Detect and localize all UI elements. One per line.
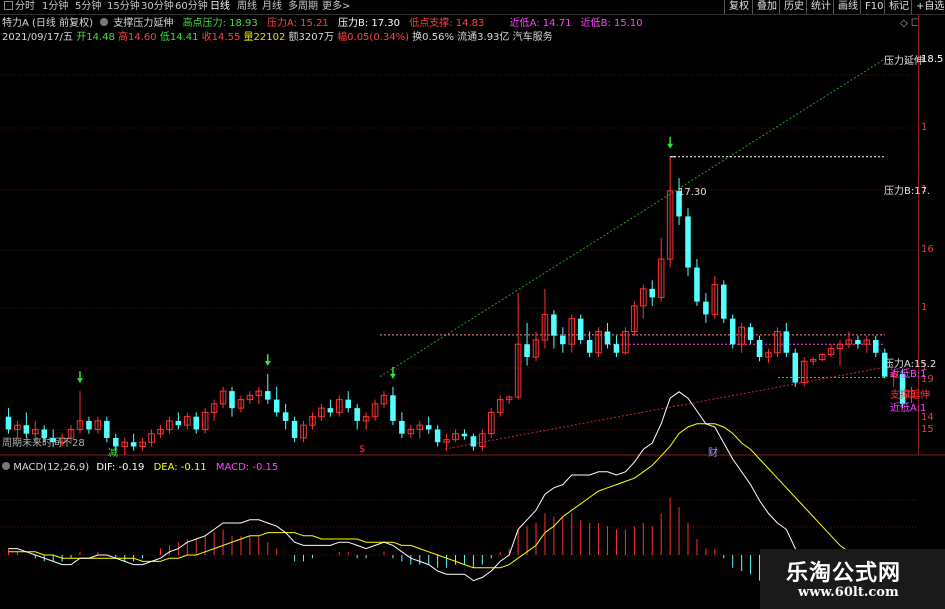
candle-body xyxy=(291,420,298,438)
support-pressure-lines xyxy=(379,58,886,450)
candle-body xyxy=(229,391,235,409)
candle-body xyxy=(685,216,691,268)
near-low-a-label: 近低A:1 xyxy=(890,403,927,414)
candle-body xyxy=(792,352,799,383)
macd-macd: MACD: -0.15 xyxy=(215,462,279,473)
candle-body xyxy=(470,436,477,447)
candle-body xyxy=(729,318,736,345)
signal-arrow-head xyxy=(667,143,674,149)
y-tick-label: 16 xyxy=(921,244,934,255)
event-marker-2[interactable]: $ xyxy=(359,444,365,455)
candle-body xyxy=(86,420,92,430)
support-extension-line xyxy=(444,366,886,450)
candle-body xyxy=(703,301,709,315)
candle-body xyxy=(577,318,584,340)
candle-body xyxy=(524,344,530,358)
candle-body xyxy=(855,339,861,345)
candle-body xyxy=(130,442,137,447)
macd-settings-icon[interactable] xyxy=(2,462,10,470)
candle-body xyxy=(282,412,289,421)
candle-body xyxy=(354,408,360,421)
y-tick-label: 15 xyxy=(921,424,934,435)
grid-lines xyxy=(0,74,945,556)
candle-body xyxy=(399,420,405,434)
bottom-left-label: 周期未来时间不28 xyxy=(2,438,85,449)
candle-body xyxy=(604,331,611,345)
peak-value-label: 17.30 xyxy=(678,187,707,198)
event-marker-3[interactable]: 财 xyxy=(708,444,718,459)
candle-body xyxy=(694,267,700,302)
candle-body xyxy=(193,416,200,430)
candle-body xyxy=(720,284,727,319)
candle-body xyxy=(175,420,182,426)
pressure-ext-label: 压力延伸 xyxy=(884,56,924,67)
chart-annotations xyxy=(77,136,677,384)
candle-body xyxy=(872,339,879,353)
macd-title: MACD(12,26,9) xyxy=(13,462,90,473)
macd-header: MACD(12,26,9) DIF: -0.19 DEA: -0.11 MACD… xyxy=(2,462,278,474)
candle-body xyxy=(23,425,30,434)
pressure-b-label: 压力B:17. xyxy=(884,186,931,197)
watermark-logo: 乐淘公式网 www.60lt.com xyxy=(760,549,945,609)
watermark-title: 乐淘公式网 xyxy=(786,561,902,586)
candle-body xyxy=(649,288,656,298)
macd-dea: DEA: -0.11 xyxy=(153,462,207,473)
candle-body xyxy=(747,327,754,340)
candle-body xyxy=(586,339,593,353)
candles xyxy=(5,156,915,455)
watermark-url: www.60lt.com xyxy=(798,585,899,600)
candle-body xyxy=(5,416,12,430)
y-tick-label: 1 xyxy=(921,122,928,133)
candle-body xyxy=(273,399,280,413)
candle-body xyxy=(560,335,566,345)
candle-body xyxy=(551,314,557,336)
candle-body xyxy=(613,344,620,353)
candle-body xyxy=(461,433,468,437)
pressure-extension-line xyxy=(379,58,886,378)
kline-chart[interactable] xyxy=(0,0,945,609)
signal-arrow-head xyxy=(264,361,271,367)
candle-body xyxy=(104,420,110,438)
candle-body xyxy=(425,425,432,430)
near-low-b-label: 近低B:1 xyxy=(890,369,927,380)
candle-body xyxy=(783,331,790,353)
y-tick-label: 18.5 xyxy=(921,54,944,65)
candle-body xyxy=(756,339,763,358)
candle-body xyxy=(434,429,441,443)
signal-arrow-head xyxy=(77,378,83,384)
candle-body xyxy=(264,391,271,400)
signal-arrow-head xyxy=(389,373,396,379)
candle-body xyxy=(327,408,334,413)
event-marker-1[interactable]: 减 xyxy=(108,444,118,459)
y-tick-label: 1 xyxy=(921,302,928,313)
candle-body xyxy=(345,399,352,409)
macd-dif: DIF: -0.19 xyxy=(96,462,145,473)
candle-body xyxy=(390,395,396,421)
